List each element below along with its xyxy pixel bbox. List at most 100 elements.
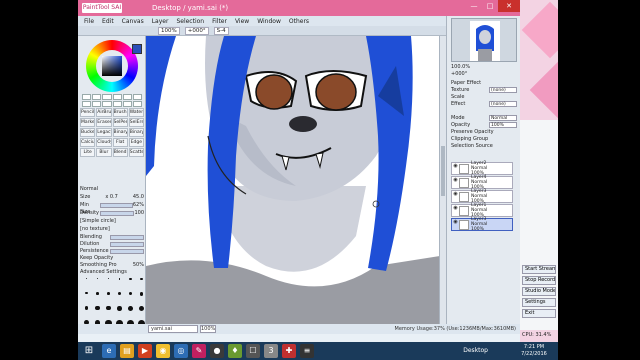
brush-size-preset[interactable] — [104, 306, 113, 318]
tool-button[interactable]: Eraser — [96, 118, 112, 127]
menu-canvas[interactable]: Canvas — [122, 18, 144, 25]
advanced-settings-toggle[interactable]: Advanced Settings — [80, 269, 144, 276]
zoom-field[interactable]: 100% — [158, 26, 180, 35]
ie-icon[interactable]: e — [102, 344, 116, 358]
effect-select[interactable]: (none) — [489, 101, 517, 107]
nav-zoom-row[interactable]: 100.0% — [451, 64, 517, 71]
brush-texture-select[interactable]: [no texture] — [80, 226, 144, 233]
blending-row[interactable]: Blending — [80, 234, 144, 241]
foreground-color-swatch[interactable] — [132, 44, 142, 54]
smoothing-row[interactable]: Smoothing Pro 50% — [80, 262, 144, 269]
drawing-canvas[interactable] — [146, 36, 440, 324]
min-size-slider[interactable] — [100, 203, 133, 208]
tool-button[interactable]: Binary — [112, 128, 128, 137]
brush-size-preset[interactable] — [126, 306, 135, 318]
min-size-row[interactable]: Min Size 62% — [80, 202, 144, 215]
tool-button[interactable]: Blend — [112, 148, 128, 157]
desktop-toolbar-label[interactable]: Desktop — [463, 347, 488, 354]
layer-item[interactable]: ◉ Layer3 Normal 100% — [451, 217, 513, 232]
studio-mode-button[interactable]: Studio Mode — [522, 287, 556, 296]
eye-icon[interactable]: ◉ — [452, 191, 459, 202]
layer-mode-select[interactable]: Normal — [489, 115, 517, 121]
color-wheel[interactable] — [86, 40, 138, 92]
tool-button[interactable]: Flat Blur — [112, 138, 128, 147]
tool-button[interactable]: SelPen — [112, 118, 128, 127]
menu-window[interactable]: Window — [257, 18, 281, 25]
density-slider[interactable] — [99, 211, 134, 216]
brush-size-preset[interactable] — [82, 292, 91, 304]
blending-slider[interactable] — [110, 235, 144, 240]
windows-start-icon[interactable]: ⊞ — [80, 344, 98, 358]
layer-item[interactable]: ◉ Layer1 Normal 100% — [451, 203, 513, 218]
navigator-preview[interactable] — [451, 18, 517, 62]
brush-size-preset[interactable] — [126, 278, 135, 290]
close-button[interactable]: ✕ — [498, 0, 520, 12]
tool-button[interactable]: AirBrush — [96, 108, 112, 117]
angle-field[interactable]: +000° — [184, 26, 209, 35]
tool-button[interactable]: Binary — [128, 128, 144, 137]
brush-size-preset[interactable] — [93, 278, 102, 290]
persistence-row[interactable]: Persistence — [80, 248, 144, 255]
color-square[interactable] — [102, 56, 122, 76]
app-icon[interactable]: 3 — [264, 344, 278, 358]
exit-button[interactable]: Exit — [522, 309, 556, 318]
brush-size-preset[interactable] — [93, 306, 102, 318]
menu-filter[interactable]: Filter — [212, 18, 227, 25]
obs-icon[interactable]: ● — [210, 344, 224, 358]
layer-item[interactable]: ◉ Layer4 Normal 100% — [451, 175, 513, 190]
opacity-row[interactable]: Opacity 100% — [451, 122, 517, 129]
brush-size-preset[interactable] — [115, 306, 124, 318]
tool-button[interactable]: Legacy — [96, 128, 112, 137]
brush-size-preset[interactable] — [137, 306, 145, 318]
tool-button[interactable]: Scatter — [128, 148, 144, 157]
dilution-slider[interactable] — [110, 242, 144, 247]
menu-selection[interactable]: Selection — [176, 18, 204, 25]
chrome-icon[interactable]: ◉ — [156, 344, 170, 358]
eye-icon[interactable]: ◉ — [452, 219, 459, 230]
brush-size-preset[interactable] — [82, 306, 91, 318]
eye-icon[interactable]: ◉ — [452, 177, 459, 188]
app-icon[interactable]: ☐ — [246, 344, 260, 358]
stabilizer-select[interactable]: S-4 — [213, 26, 229, 35]
brush-size-preset[interactable] — [104, 292, 113, 304]
steam-icon[interactable]: ◎ — [174, 344, 188, 358]
media-player-icon[interactable]: ▶ — [138, 344, 152, 358]
color-swatch-row[interactable] — [82, 101, 143, 107]
folder-icon[interactable]: ▤ — [120, 344, 134, 358]
mode-row[interactable]: Mode Normal — [451, 115, 517, 122]
menu-file[interactable]: File — [84, 18, 94, 25]
start-streaming-button[interactable]: Start Streaming — [522, 265, 556, 274]
tool-button[interactable]: Edge — [128, 138, 144, 147]
persistence-slider[interactable] — [110, 249, 144, 254]
menu-others[interactable]: Others — [289, 18, 309, 25]
tool-button[interactable]: SelErs — [128, 118, 144, 127]
app-icon[interactable]: ♦ — [228, 344, 242, 358]
eye-icon[interactable]: ◉ — [452, 205, 459, 216]
tool-button[interactable]: Blur — [96, 148, 112, 157]
brush-size-preset[interactable] — [93, 292, 102, 304]
tool-button[interactable]: Lite Fil — [80, 148, 96, 157]
brush-size-preset[interactable] — [115, 292, 124, 304]
brush-size-preset[interactable] — [82, 278, 91, 290]
stop-recording-button[interactable]: Stop Recording — [522, 276, 556, 285]
eye-icon[interactable]: ◉ — [452, 163, 459, 174]
brush-size-preset[interactable] — [137, 278, 145, 290]
tool-button[interactable]: Brush — [112, 108, 128, 117]
maximize-button[interactable]: □ — [482, 0, 498, 12]
density-row[interactable]: Density 100 — [80, 210, 144, 217]
app-icon[interactable]: ✚ — [282, 344, 296, 358]
effect-row[interactable]: Effect (none) — [451, 101, 517, 108]
sai-icon[interactable]: ✎ — [192, 344, 206, 358]
texture-row[interactable]: Texture (none) — [451, 87, 517, 94]
preserve-opacity-checkbox[interactable]: Preserve Opacity — [451, 129, 517, 136]
dilution-row[interactable]: Dilution — [80, 241, 144, 248]
brush-size-preset[interactable] — [115, 278, 124, 290]
paper-effect-header[interactable]: Paper Effect — [451, 80, 517, 87]
brush-shape-select[interactable]: [Simple circle] — [80, 218, 144, 225]
nav-angle-row[interactable]: +000° — [451, 71, 517, 78]
app-icon[interactable]: ≡ — [300, 344, 314, 358]
selection-source-checkbox[interactable]: Selection Source — [451, 143, 517, 150]
tool-button[interactable]: Cloudy — [96, 138, 112, 147]
scale-row[interactable]: Scale — [451, 94, 517, 101]
menu-edit[interactable]: Edit — [102, 18, 114, 25]
